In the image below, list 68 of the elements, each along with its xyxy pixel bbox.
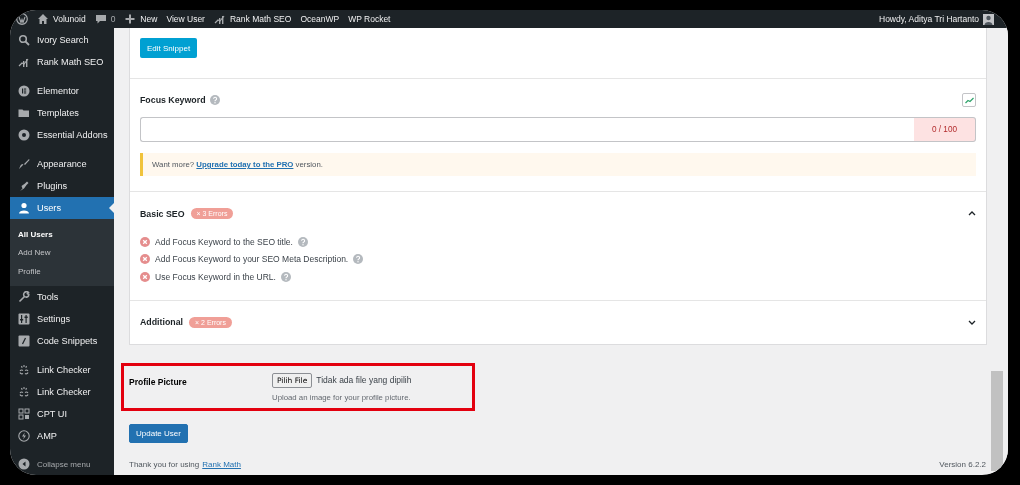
addons-icon [18,129,30,141]
wrench-icon [18,290,30,303]
menu-item[interactable]: Users [10,197,114,219]
settings-icon [18,312,30,325]
menu-item[interactable]: Rank Math SEO [10,51,114,73]
code-icon [18,334,30,347]
home-icon [37,13,49,25]
menu-item[interactable]: Ivory Search [10,29,114,51]
update-user-button[interactable]: Update User [129,423,188,443]
chevron-up-icon[interactable] [968,211,976,216]
folder-icon [18,107,30,119]
file-status: Tidak ada file yang dipilih [316,375,412,385]
check-item: Add Focus Keyword to your SEO Meta Description. [155,254,349,265]
avatar-icon[interactable] [983,13,994,25]
scrollbar-thumb[interactable] [991,371,1003,471]
toolbar-item[interactable]: OceanWP [300,14,340,24]
menu-item[interactable]: Appearance [10,153,114,175]
trends-button[interactable] [962,93,976,107]
user-icon [18,202,30,214]
collapse-menu-button[interactable]: Collapse menu [10,453,114,475]
plus-icon [124,13,137,25]
menu-item[interactable]: Essential Addons [10,124,114,146]
submenu-item[interactable]: Add New [10,243,114,262]
bolt-icon [18,429,30,442]
toolbar-item[interactable]: New [124,13,158,25]
toolbar-item[interactable]: Rank Math SEO [213,13,292,25]
rank-math-link[interactable]: Rank Math [202,460,241,469]
account-greeting[interactable]: Howdy, Aditya Tri Hartanto [879,14,979,24]
search-icon [18,34,30,46]
help-icon [353,254,364,265]
toolbar-item[interactable]: Volunoid [37,13,86,25]
menu-item[interactable]: Link Checker [10,358,114,381]
check-item: Add Focus Keyword to the SEO title. [155,236,293,247]
help-icon [209,95,220,105]
grid-icon [18,407,30,420]
toolbar-item[interactable]: WP Rocket [348,14,391,24]
menu-item[interactable]: Elementor [10,80,114,102]
menu-item[interactable]: Tools [10,285,114,308]
elementor-icon [18,85,30,97]
error-icon [140,236,150,247]
chart-icon [18,56,30,68]
menu-item[interactable]: Link Checker [10,380,114,403]
menu-item[interactable]: Plugins [10,175,114,197]
section-title[interactable]: Basic SEO [140,208,185,219]
menu-item[interactable]: CPT UI [10,402,114,425]
menu-item[interactable]: Templates [10,102,114,124]
toolbar-item[interactable]: 0 [94,13,116,25]
error-icon [140,254,150,265]
menu-item[interactable]: Settings [10,307,114,330]
footer-text: Thank you for using Rank Math [129,460,241,469]
submenu-item[interactable]: Profile [10,262,114,281]
field-label: Focus Keyword [140,95,206,105]
menu-item[interactable]: AMP [10,424,114,447]
chart-icon [213,13,226,25]
toolbar-item[interactable]: View User [166,14,205,24]
field-label: Profile Picture [129,376,188,387]
check-item: Use Focus Keyword in the URL. [155,271,276,282]
collapse-icon [18,458,30,471]
submenu-item[interactable]: All Users [10,225,114,244]
section-title[interactable]: Additional [140,317,183,327]
comment-icon [94,13,107,25]
help-icon [297,236,308,247]
error-icon [140,271,150,282]
wordpress-icon [16,13,28,25]
menu-item[interactable]: Code Snippets [10,329,114,352]
chevron-down-icon[interactable] [968,319,976,325]
version-text: Version 6.2.2 [939,460,986,469]
help-icon [280,271,291,282]
